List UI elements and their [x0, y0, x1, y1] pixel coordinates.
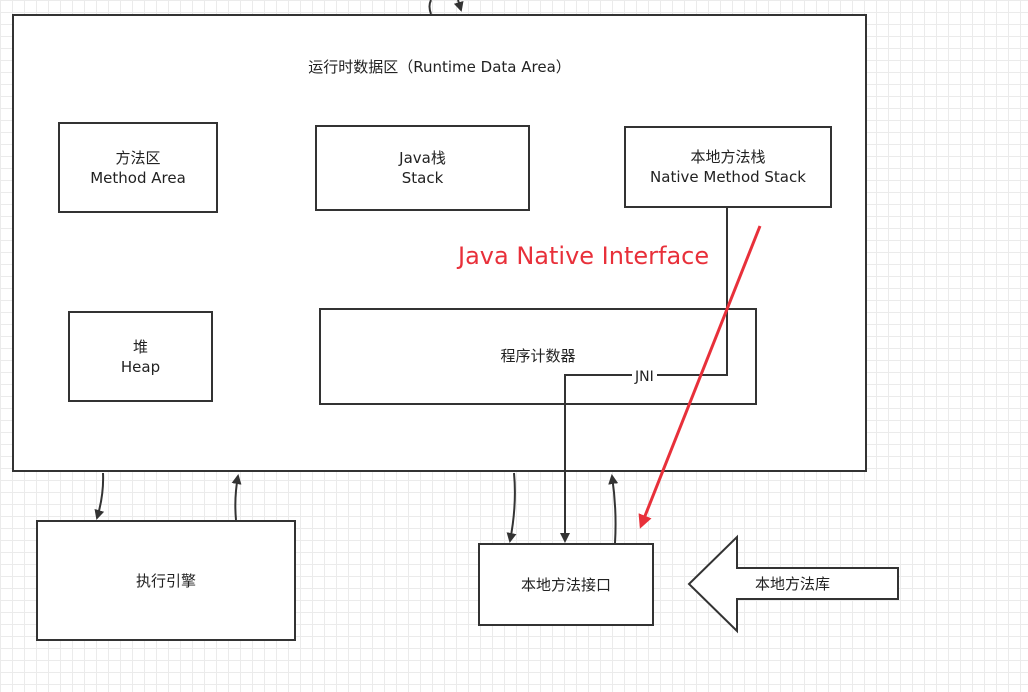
- native-method-library-label: 本地方法库: [754, 575, 830, 593]
- native-method-stack-label-en: Native Method Stack: [650, 168, 806, 186]
- top-connector-right: [453, 0, 464, 12]
- native-method-interface-label: 本地方法接口: [520, 575, 611, 594]
- java-stack-label-en: Stack: [401, 169, 444, 187]
- heap-label-zh: 堆: [132, 337, 148, 356]
- execution-engine-box: 执行引擎: [36, 520, 296, 641]
- program-counter-label: 程序计数器: [500, 346, 576, 365]
- execution-engine-label: 执行引擎: [135, 571, 196, 590]
- method-area-label-zh: 方法区: [115, 148, 161, 167]
- method-area-box: 方法区 Method Area: [58, 122, 218, 213]
- runtime-data-area-title: 运行时数据区（Runtime Data Area）: [308, 58, 571, 76]
- arrow-from-native-interface: [608, 474, 619, 544]
- heap-box: 堆 Heap: [68, 311, 213, 402]
- native-method-interface-box: 本地方法接口: [478, 543, 654, 626]
- native-method-stack-box: 本地方法栈 Native Method Stack: [624, 126, 832, 208]
- program-counter-box: 程序计数器: [319, 308, 757, 405]
- arrow-to-native-interface: [506, 472, 517, 543]
- jni-label: JNI: [632, 369, 657, 385]
- native-method-stack-label-zh: 本地方法栈: [690, 148, 766, 166]
- method-area-label-en: Method Area: [90, 168, 186, 187]
- arrow-to-execution-engine: [94, 472, 105, 520]
- arrow-from-execution-engine: [231, 474, 242, 521]
- java-stack-label-zh: Java栈: [399, 149, 446, 167]
- java-native-interface-annotation: Java Native Interface: [458, 242, 710, 270]
- java-stack-box: Java栈 Stack: [315, 125, 530, 211]
- heap-label-en: Heap: [120, 357, 161, 376]
- top-connector-left: [428, 0, 432, 15]
